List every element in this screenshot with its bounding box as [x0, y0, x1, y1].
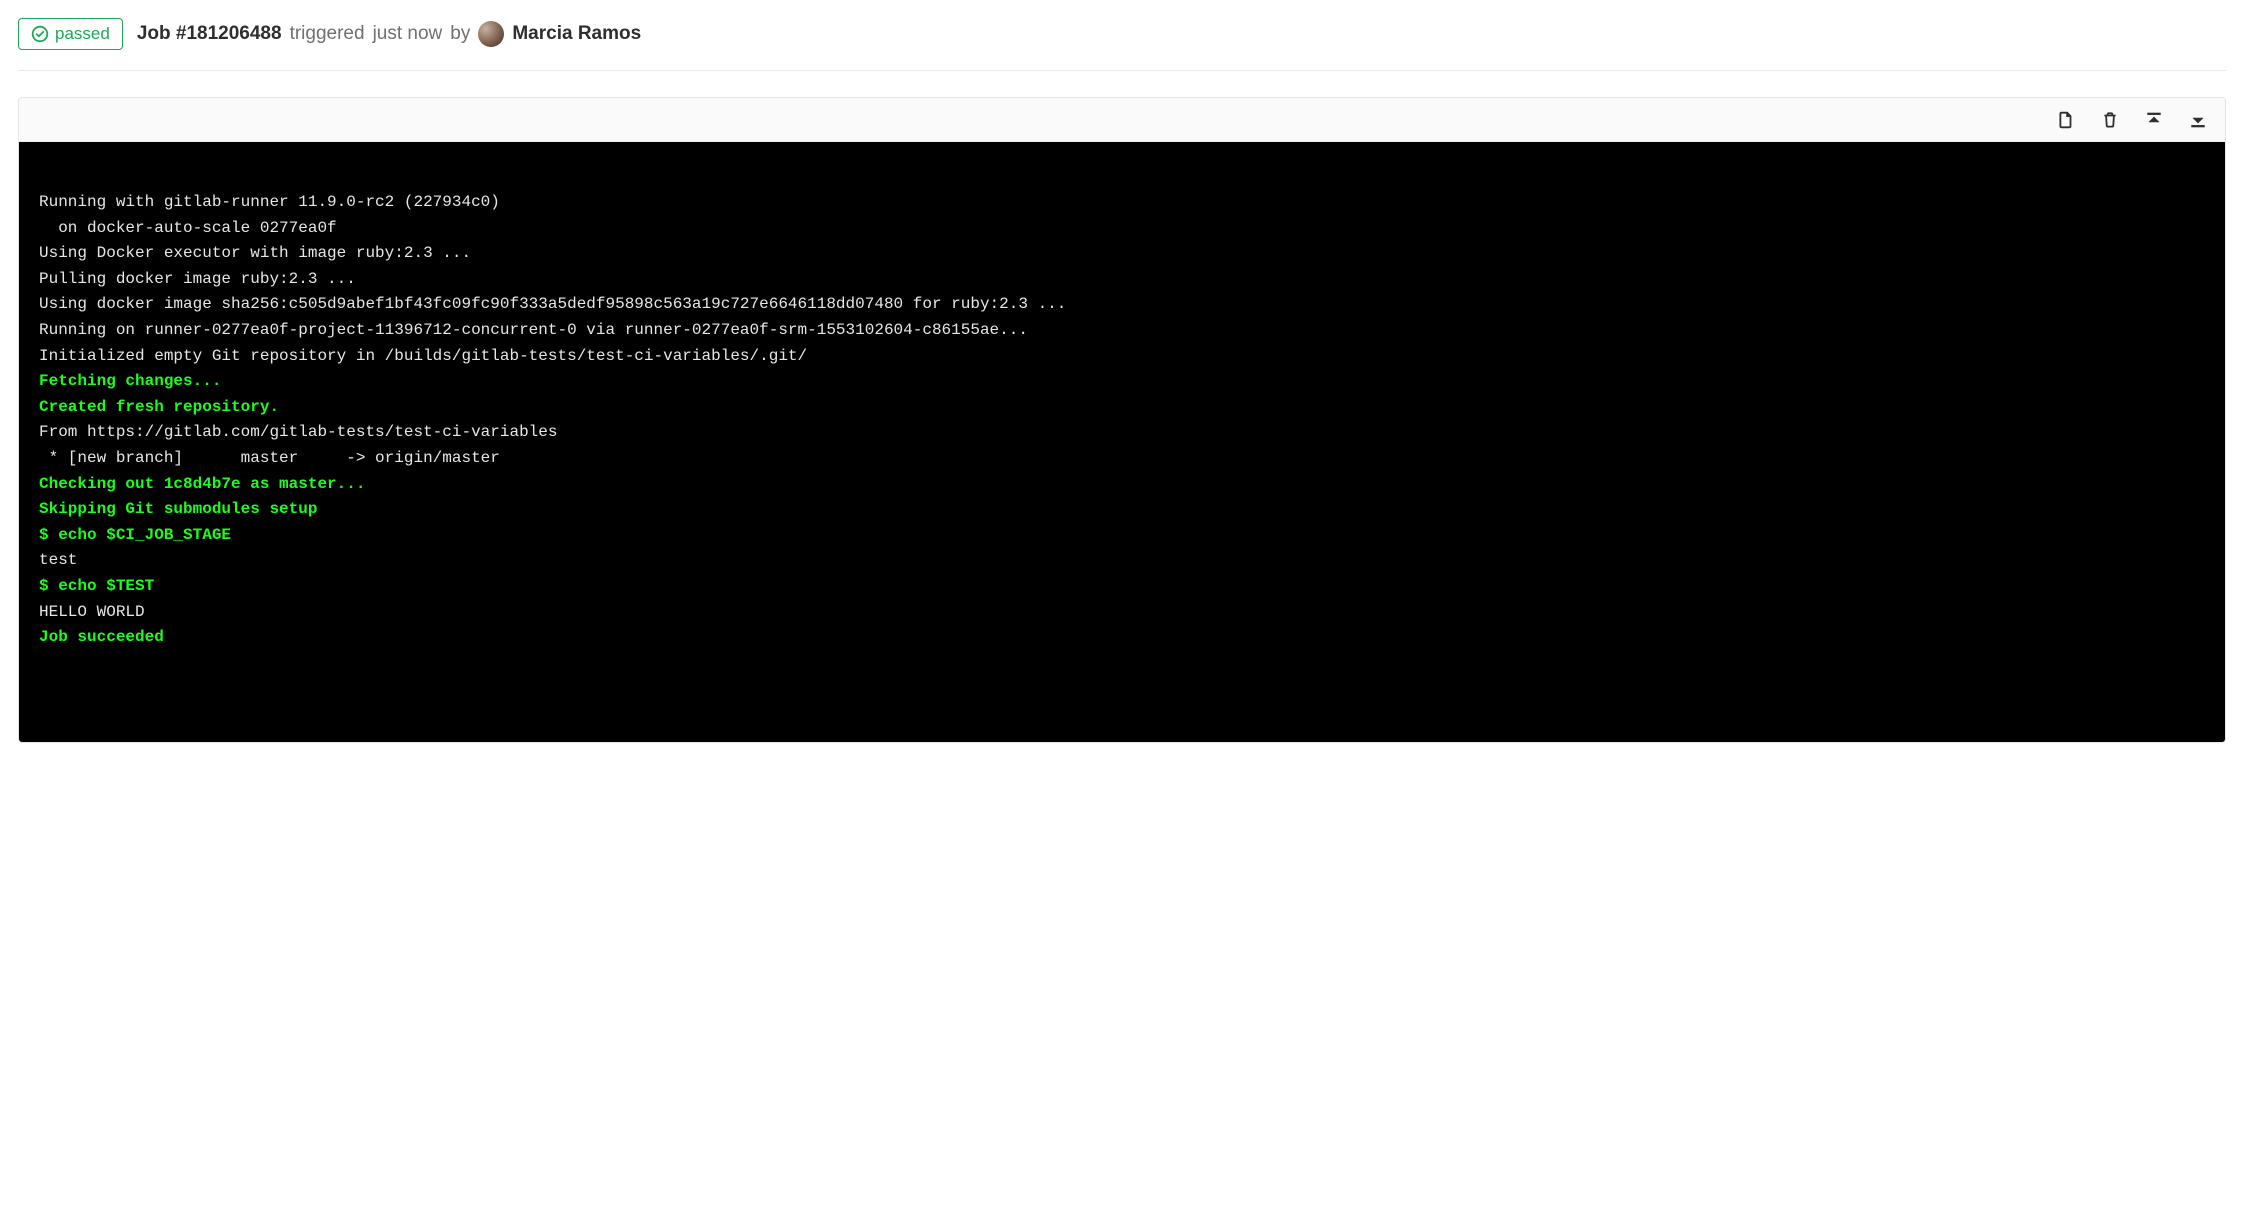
status-text: passed [55, 24, 110, 44]
log-line: HELLO WORLD [39, 600, 2205, 626]
log-line: From https://gitlab.com/gitlab-tests/tes… [39, 420, 2205, 446]
log-line: * [new branch] master -> origin/master [39, 446, 2205, 472]
log-line: Using Docker executor with image ruby:2.… [39, 241, 2205, 267]
job-title: Job #181206488 [137, 23, 282, 45]
log-line: Checking out 1c8d4b7e as master... [39, 472, 2205, 498]
log-line: Initialized empty Git repository in /bui… [39, 344, 2205, 370]
job-header: passed Job #181206488 triggered just now… [18, 10, 2226, 71]
status-badge: passed [18, 18, 123, 50]
log-line: $ echo $CI_JOB_STAGE [39, 523, 2205, 549]
log-toolbar [19, 98, 2225, 142]
log-line: on docker-auto-scale 0277ea0f [39, 216, 2205, 242]
log-line: Created fresh repository. [39, 395, 2205, 421]
log-line: test [39, 548, 2205, 574]
log-line: Running on runner-0277ea0f-project-11396… [39, 318, 2205, 344]
log-body: Running with gitlab-runner 11.9.0-rc2 (2… [19, 142, 2225, 742]
trigger-by: by [450, 23, 470, 45]
scroll-bottom-icon [2189, 111, 2207, 129]
erase-log-button[interactable] [2099, 109, 2121, 131]
log-container: Running with gitlab-runner 11.9.0-rc2 (2… [18, 97, 2226, 743]
show-raw-button[interactable] [2055, 109, 2077, 131]
log-line: Using docker image sha256:c505d9abef1bf4… [39, 292, 2205, 318]
log-line: $ echo $TEST [39, 574, 2205, 600]
user-name[interactable]: Marcia Ramos [512, 23, 641, 45]
log-line: Job succeeded [39, 625, 2205, 651]
scroll-top-icon [2145, 111, 2163, 129]
log-line: Fetching changes... [39, 369, 2205, 395]
scroll-top-button[interactable] [2143, 109, 2165, 131]
log-line: Running with gitlab-runner 11.9.0-rc2 (2… [39, 190, 2205, 216]
document-icon [2057, 111, 2075, 129]
check-circle-icon [31, 25, 49, 43]
job-title-line: Job #181206488 triggered just now by Mar… [137, 21, 641, 47]
trigger-prefix: triggered [290, 23, 365, 45]
trash-icon [2101, 111, 2119, 129]
scroll-bottom-button[interactable] [2187, 109, 2209, 131]
trigger-time: just now [373, 23, 443, 45]
log-line: Skipping Git submodules setup [39, 497, 2205, 523]
log-line: Pulling docker image ruby:2.3 ... [39, 267, 2205, 293]
avatar[interactable] [478, 21, 504, 47]
